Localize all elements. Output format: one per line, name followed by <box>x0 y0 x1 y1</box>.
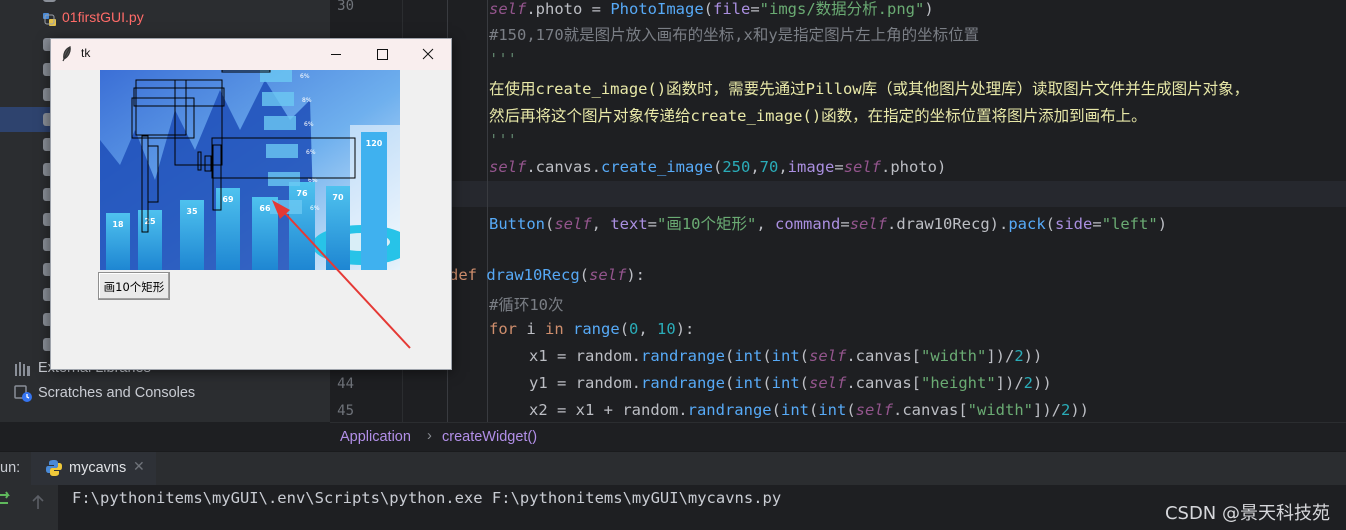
annotation-arrow-shaft <box>281 209 411 349</box>
annotation-arrow <box>272 200 411 349</box>
